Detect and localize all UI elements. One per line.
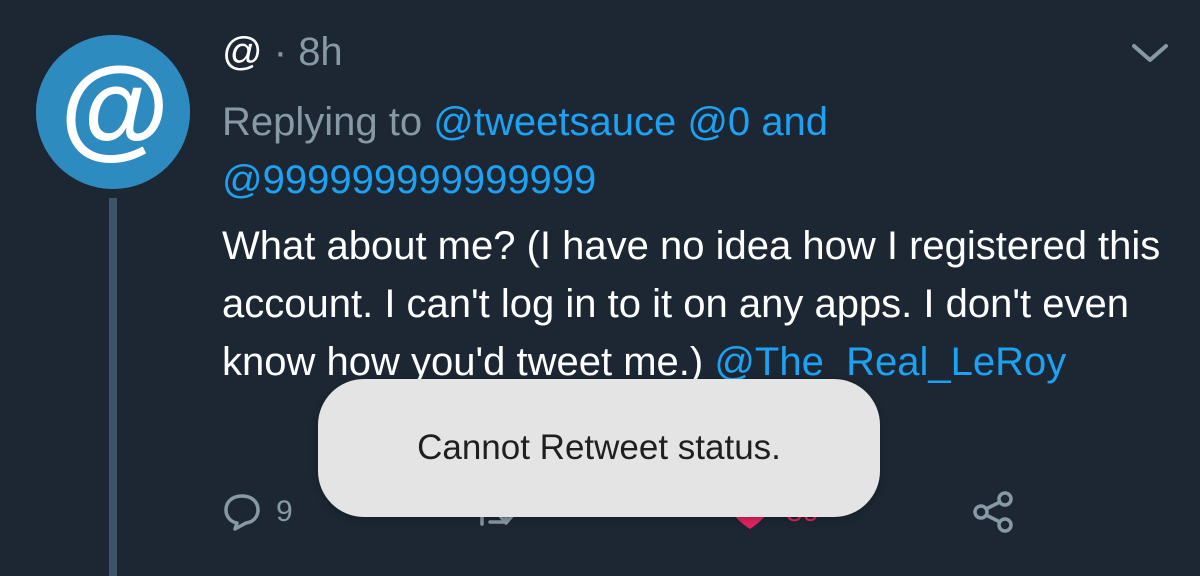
reply-mention-link[interactable]: @0 xyxy=(687,100,750,144)
replying-prefix: Replying to xyxy=(222,100,423,144)
toast-notification: Cannot Retweet status. xyxy=(318,379,880,517)
tweet-timestamp[interactable]: 8h xyxy=(298,30,343,74)
chevron-down-icon[interactable] xyxy=(1128,38,1172,68)
replying-and: and xyxy=(761,100,829,144)
reply-button[interactable]: 9 xyxy=(222,482,293,542)
tweet-header: @ · 8h xyxy=(222,30,343,74)
header-separator: · xyxy=(273,30,288,74)
toast-message: Cannot Retweet status. xyxy=(417,428,781,467)
user-handle[interactable]: @ xyxy=(222,30,263,74)
reply-count: 9 xyxy=(276,495,293,528)
avatar-symbol: @ xyxy=(58,46,167,171)
share-button[interactable] xyxy=(972,482,1016,542)
share-icon xyxy=(973,491,1013,533)
tweet[interactable]: @ @ · 8h Replying to @tweetsauce @0 and … xyxy=(0,0,1200,576)
reply-mention-link[interactable]: @999999999999999 xyxy=(222,158,596,202)
reply-mention-link[interactable]: @tweetsauce xyxy=(433,100,676,144)
thread-connector-line xyxy=(109,198,117,576)
avatar[interactable]: @ xyxy=(36,35,190,189)
at-sign-avatar-icon: @ xyxy=(36,35,190,189)
tweet-body: What about me? (I have no idea how I reg… xyxy=(222,217,1162,391)
replying-to-line: Replying to @tweetsauce @0 and @99999999… xyxy=(222,93,1122,209)
reply-icon xyxy=(224,494,260,531)
body-mention-link[interactable]: @The_Real_LeRoy xyxy=(714,340,1066,384)
